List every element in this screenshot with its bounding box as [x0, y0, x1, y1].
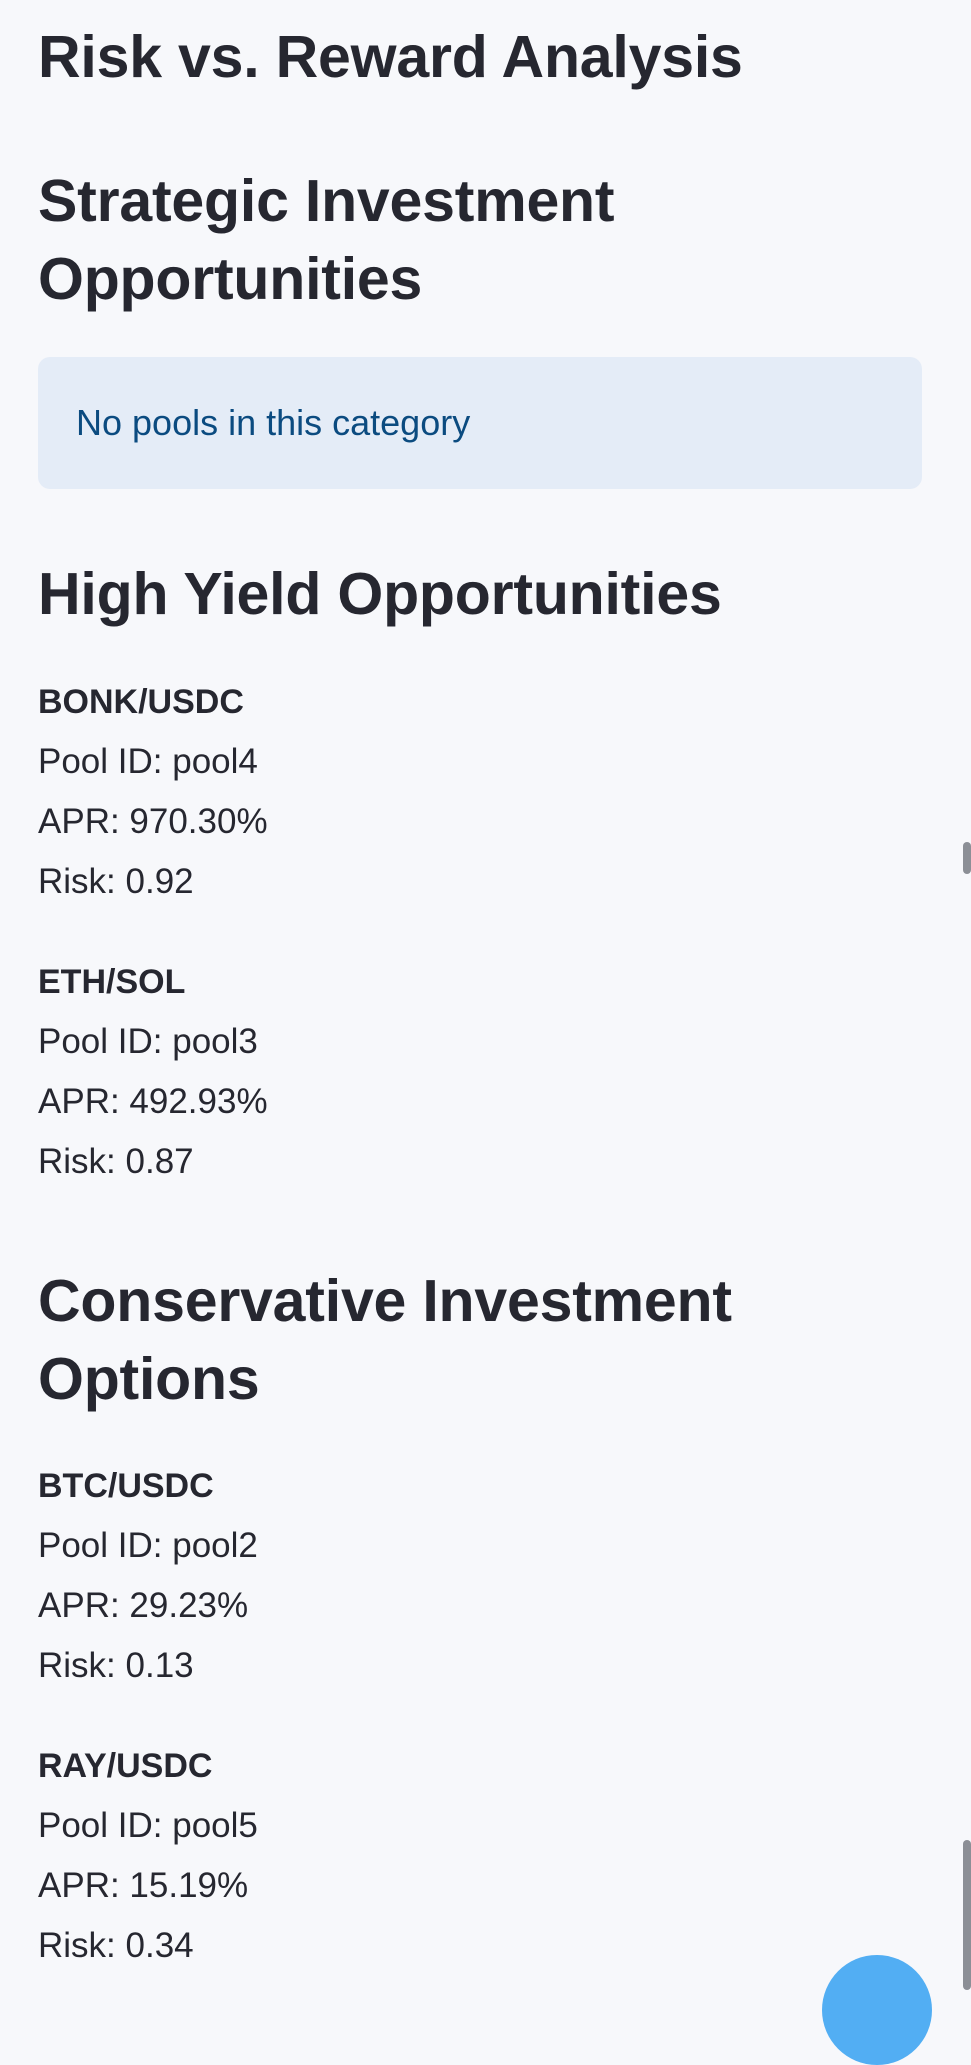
pool-card: BONK/USDC Pool ID: pool4 APR: 970.30% Ri… — [38, 672, 268, 912]
pool-apr: APR: 970.30% — [38, 802, 268, 841]
pool-id: Pool ID: pool4 — [38, 742, 258, 781]
info-alert-text: No pools in this category — [76, 402, 471, 443]
pool-name: BONK/USDC — [38, 683, 244, 721]
pool-apr: APR: 29.23% — [38, 1586, 249, 1625]
pool-name: ETH/SOL — [38, 963, 186, 1001]
pool-card: RAY/USDC Pool ID: pool5 APR: 15.19% Risk… — [38, 1736, 258, 1976]
pool-apr: APR: 492.93% — [38, 1082, 268, 1121]
risk-reward-heading: Risk vs. Reward Analysis — [38, 24, 743, 90]
pool-apr: APR: 15.19% — [38, 1866, 249, 1905]
pool-risk: Risk: 0.92 — [38, 862, 194, 901]
pool-card: ETH/SOL Pool ID: pool3 APR: 492.93% Risk… — [38, 952, 268, 1192]
scrollbar-thumb[interactable] — [963, 1840, 971, 1990]
conservative-heading: Conservative Investment Options — [38, 1268, 732, 1412]
pool-risk: Risk: 0.87 — [38, 1142, 194, 1181]
pool-card: BTC/USDC Pool ID: pool2 APR: 29.23% Risk… — [38, 1456, 258, 1696]
pool-risk: Risk: 0.34 — [38, 1926, 194, 1965]
pool-id: Pool ID: pool5 — [38, 1806, 258, 1845]
scrollbar-thumb[interactable] — [963, 842, 971, 874]
pool-name: BTC/USDC — [38, 1467, 214, 1505]
pool-id: Pool ID: pool2 — [38, 1526, 258, 1565]
pool-risk: Risk: 0.13 — [38, 1646, 194, 1685]
info-alert: No pools in this category — [38, 357, 922, 489]
pool-id: Pool ID: pool3 — [38, 1022, 258, 1061]
floating-action-button[interactable] — [822, 1955, 932, 2065]
strategic-heading: Strategic Investment Opportunities — [38, 168, 615, 312]
pool-name: RAY/USDC — [38, 1747, 213, 1785]
high-yield-heading: High Yield Opportunities — [38, 561, 722, 627]
